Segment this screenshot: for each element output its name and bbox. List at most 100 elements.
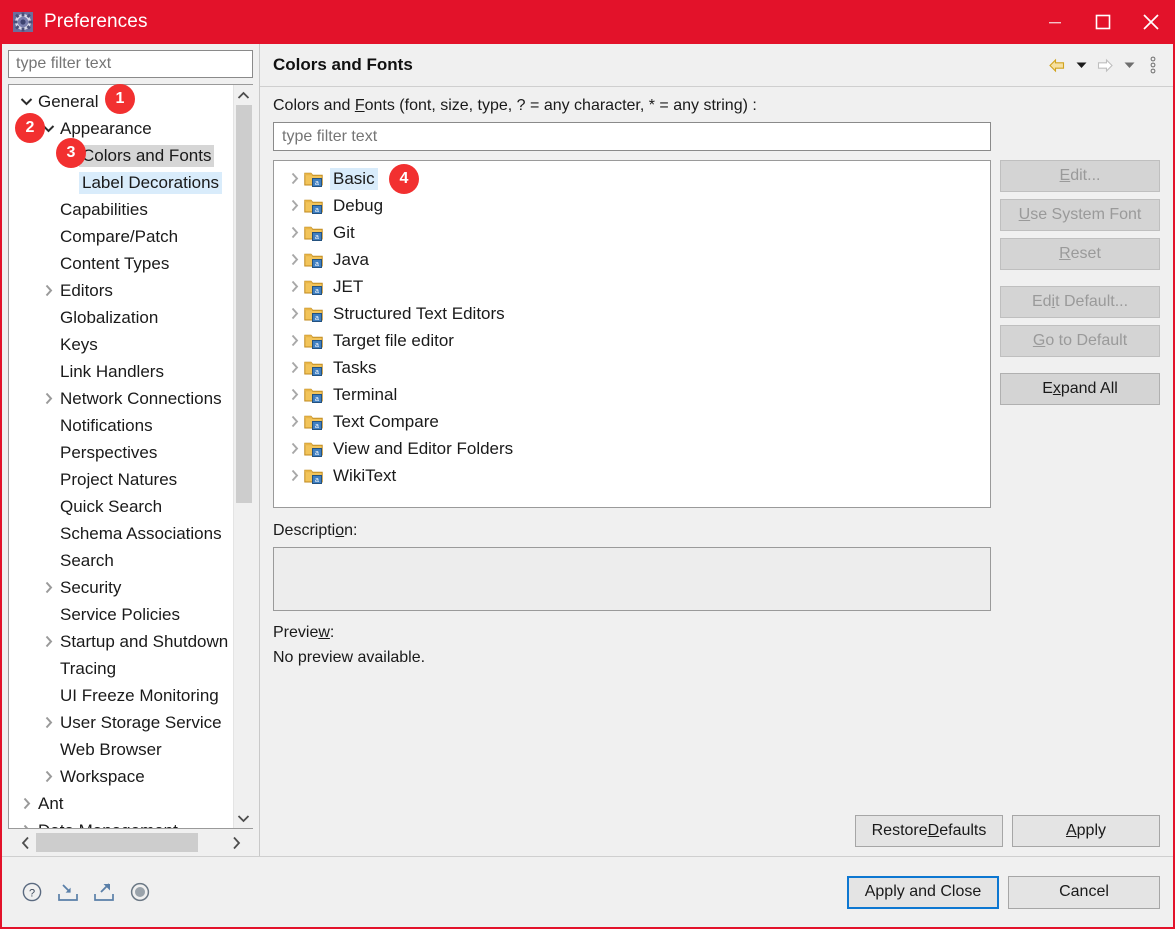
chevron-right-icon[interactable] (39, 716, 57, 729)
main-tree-item-debug[interactable]: a Debug (274, 192, 990, 219)
sidebar-item-compare-patch[interactable]: Compare/Patch (9, 223, 233, 250)
sidebar-item-content-types[interactable]: Content Types (9, 250, 233, 277)
restore-defaults-button[interactable]: Restore Defaults (855, 815, 1003, 847)
main-tree-item-terminal[interactable]: a Terminal (274, 381, 990, 408)
sidebar-filter-input[interactable] (8, 50, 253, 78)
edit-default-button[interactable]: Ed i t Default... (1000, 286, 1160, 318)
main-tree-item-label: Tasks (333, 357, 377, 377)
chevron-right-icon[interactable] (284, 415, 304, 428)
sidebar-vertical-scrollbar[interactable] (233, 85, 253, 828)
sidebar-item-perspectives[interactable]: Perspectives (9, 439, 233, 466)
sidebar-item-keys[interactable]: Keys (9, 331, 233, 358)
main-tree-item-java[interactable]: a Java (274, 246, 990, 273)
expand-all-button[interactable]: Ex pand All (1000, 373, 1160, 405)
edit-button[interactable]: Edit... (1000, 160, 1160, 192)
sidebar-hscroll-thumb[interactable] (36, 833, 198, 852)
chevron-down-icon[interactable] (17, 97, 35, 106)
chevron-right-icon[interactable] (284, 307, 304, 320)
main-tree-item-label: Basic (330, 167, 378, 190)
chevron-left-icon[interactable] (14, 829, 36, 856)
close-icon[interactable] (1127, 0, 1175, 44)
chevron-right-icon[interactable] (284, 172, 304, 185)
export-preferences-icon[interactable] (92, 880, 116, 904)
sidebar-item-search[interactable]: Search (9, 547, 233, 574)
annotation-badge-1: 1 (105, 84, 135, 114)
main-tree-item-jet[interactable]: a JET (274, 273, 990, 300)
sidebar-item-project-natures[interactable]: Project Natures (9, 466, 233, 493)
button-label-after: t Default... (1055, 293, 1129, 310)
chevron-right-icon[interactable] (284, 253, 304, 266)
colors-fonts-tree[interactable]: a Basic a Debug a Git a Java a JET a Structured Tex… (273, 160, 991, 508)
chevron-down-icon[interactable] (234, 808, 254, 828)
view-menu-icon[interactable] (1143, 54, 1163, 76)
sidebar-item-globalization[interactable]: Globalization (9, 304, 233, 331)
sidebar-item-notifications[interactable]: Notifications (9, 412, 233, 439)
record-circle-icon[interactable] (128, 880, 152, 904)
help-icon[interactable]: ? (20, 880, 44, 904)
sidebar-horizontal-scrollbar[interactable] (14, 829, 247, 856)
chevron-right-icon[interactable] (39, 392, 57, 405)
back-arrow-icon[interactable] (1047, 54, 1067, 76)
sidebar-item-colors-and-fonts[interactable]: Colors and Fonts (9, 142, 233, 169)
sidebar-item-tracing[interactable]: Tracing (9, 655, 233, 682)
chevron-right-icon[interactable] (39, 581, 57, 594)
sidebar-item-link-handlers[interactable]: Link Handlers (9, 358, 233, 385)
sidebar-item-schema-associations[interactable]: Schema Associations (9, 520, 233, 547)
chevron-right-icon[interactable] (284, 226, 304, 239)
sidebar-item-user-storage-service[interactable]: User Storage Service (9, 709, 233, 736)
use-system-font-button[interactable]: Use System Font (1000, 199, 1160, 231)
chevron-right-icon[interactable] (284, 388, 304, 401)
chevron-right-icon[interactable] (284, 469, 304, 482)
colors-fonts-filter-input[interactable] (273, 122, 991, 151)
chevron-right-icon[interactable] (39, 770, 57, 783)
sidebar-item-data-management[interactable]: Data Management (9, 817, 233, 828)
sidebar-item-service-policies[interactable]: Service Policies (9, 601, 233, 628)
chevron-up-icon[interactable] (234, 85, 254, 105)
cancel-button[interactable]: Cancel (1008, 875, 1160, 909)
sidebar-item-label-decorations[interactable]: Label Decorations (9, 169, 233, 196)
chevron-right-icon[interactable] (39, 635, 57, 648)
sidebar-item-network-connections[interactable]: Network Connections (9, 385, 233, 412)
main-tree-item-git[interactable]: a Git (274, 219, 990, 246)
main-tree-item-target-file-editor[interactable]: a Target file editor (274, 327, 990, 354)
sidebar-item-web-browser[interactable]: Web Browser (9, 736, 233, 763)
chevron-right-icon[interactable] (17, 797, 35, 810)
back-dropdown-icon[interactable] (1071, 54, 1091, 76)
main-tree-item-text-compare[interactable]: a Text Compare (274, 408, 990, 435)
main-tree-item-label: Text Compare (333, 411, 439, 431)
chevron-right-icon[interactable] (284, 442, 304, 455)
reset-button[interactable]: Reset (1000, 238, 1160, 270)
sidebar-item-startup-and-shutdown[interactable]: Startup and Shutdown (9, 628, 233, 655)
main-tree-item-structured-text-editors[interactable]: a Structured Text Editors (274, 300, 990, 327)
sidebar-item-quick-search[interactable]: Quick Search (9, 493, 233, 520)
chevron-right-icon[interactable] (284, 361, 304, 374)
maximize-icon[interactable] (1079, 0, 1127, 44)
chevron-right-icon[interactable] (284, 199, 304, 212)
go-to-default-button[interactable]: Go to Default (1000, 325, 1160, 357)
main-tree-item-label: Git (333, 222, 355, 242)
main-tree-item-basic[interactable]: a Basic (274, 165, 990, 192)
sidebar-item-label: Notifications (60, 415, 153, 435)
main-tree-item-view-and-editor-folders[interactable]: a View and Editor Folders (274, 435, 990, 462)
sidebar-tree-scroll-area[interactable]: General Appearance Colors and Fonts Label D… (9, 85, 233, 828)
chevron-right-icon[interactable] (284, 334, 304, 347)
sidebar-item-ui-freeze-monitoring[interactable]: UI Freeze Monitoring (9, 682, 233, 709)
chevron-right-icon[interactable] (39, 284, 57, 297)
import-preferences-icon[interactable] (56, 880, 80, 904)
sidebar-item-editors[interactable]: Editors (9, 277, 233, 304)
apply-button[interactable]: Apply (1012, 815, 1160, 847)
chevron-right-icon[interactable] (225, 829, 247, 856)
sidebar-item-workspace[interactable]: Workspace (9, 763, 233, 790)
chevron-right-icon[interactable] (17, 824, 35, 828)
chevron-right-icon[interactable] (284, 280, 304, 293)
category-folder-icon: a (304, 359, 324, 376)
sidebar-item-capabilities[interactable]: Capabilities (9, 196, 233, 223)
sidebar-scroll-thumb[interactable] (236, 105, 252, 503)
button-label-after: pand All (1060, 380, 1118, 397)
sidebar-item-ant[interactable]: Ant (9, 790, 233, 817)
apply-and-close-button[interactable]: Apply and Close (847, 875, 999, 909)
minimize-icon[interactable] (1031, 0, 1079, 44)
main-tree-item-wikitext[interactable]: a WikiText (274, 462, 990, 489)
sidebar-item-security[interactable]: Security (9, 574, 233, 601)
main-tree-item-tasks[interactable]: a Tasks (274, 354, 990, 381)
